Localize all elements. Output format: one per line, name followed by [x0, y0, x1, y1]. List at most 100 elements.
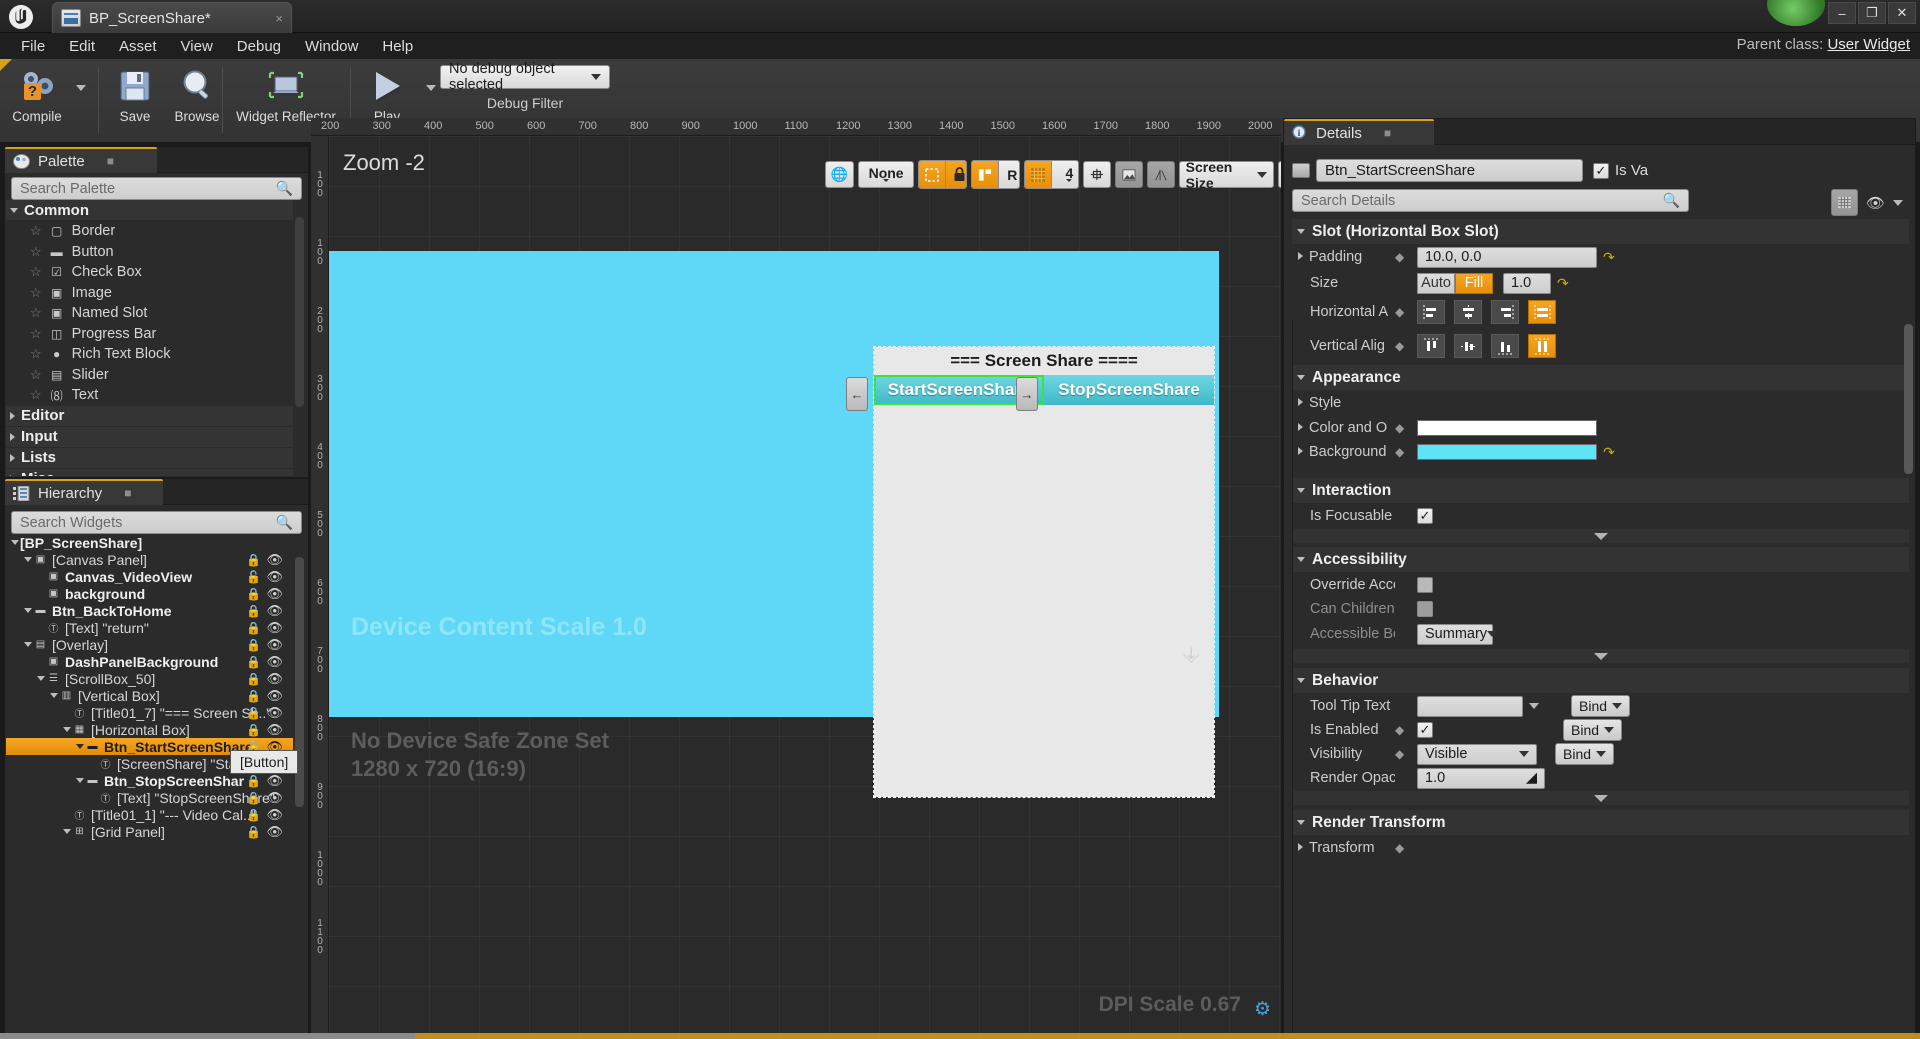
- bind-pin-icon[interactable]: ◆: [1395, 747, 1411, 761]
- accessible-behavior-select[interactable]: Summary: [1417, 623, 1498, 645]
- override-accessible-checkbox[interactable]: [1417, 577, 1433, 593]
- gear-icon[interactable]: ⚙: [1254, 998, 1271, 1021]
- hierarchy-row-overlay[interactable]: ▤ [Overlay] 🔒 👁: [6, 636, 293, 653]
- details-column-splitter[interactable]: [1292, 319, 1293, 1034]
- palette-category-editor[interactable]: Editor: [6, 405, 293, 427]
- snap-to-grid-select[interactable]: None: [858, 161, 915, 188]
- hierarchy-row-canvas-panel[interactable]: ▣ [Canvas Panel] 🔒 👁: [6, 551, 293, 568]
- tooltip-text-input[interactable]: [1417, 695, 1523, 717]
- favorite-star-icon[interactable]: ☆: [30, 285, 42, 301]
- palette-category-input[interactable]: Input: [6, 426, 293, 448]
- menu-view[interactable]: View: [170, 35, 224, 58]
- eye-icon[interactable]: 👁: [266, 671, 283, 687]
- chevron-down-icon[interactable]: [75, 744, 85, 749]
- palette-item-text[interactable]: ☆ ⑻ Text: [6, 385, 293, 406]
- bind-tooltip-button[interactable]: Bind: [1571, 695, 1631, 717]
- search-details-input[interactable]: Search Details 🔍: [1292, 189, 1689, 212]
- chevron-down-icon[interactable]: [23, 642, 33, 647]
- eye-icon[interactable]: 👁: [266, 586, 283, 602]
- padding-input[interactable]: 10.0, 0.0: [1417, 246, 1597, 268]
- column-view-icon[interactable]: [1830, 189, 1858, 216]
- hierarchy-row-title01-7-screen-sh[interactable]: Ⓣ [Title01_7] "=== Screen Sh.." 🔒 👁: [6, 704, 293, 721]
- palette-item-rich-text-block[interactable]: ☆ ● Rich Text Block: [6, 344, 293, 365]
- chevron-down-icon[interactable]: [23, 608, 33, 613]
- palette-item-image[interactable]: ☆ ▣ Image: [6, 283, 293, 304]
- lock-icon[interactable]: 🔒: [246, 672, 261, 686]
- hierarchy-row-bp-screenshare[interactable]: [BP_ScreenShare]: [6, 534, 293, 551]
- menu-file[interactable]: File: [10, 35, 56, 58]
- chevron-right-icon[interactable]: [1298, 252, 1303, 260]
- section-interaction[interactable]: Interaction: [1292, 478, 1909, 503]
- chevron-down-icon[interactable]: [36, 676, 46, 681]
- chevron-right-icon[interactable]: [1298, 398, 1303, 406]
- lock-icon[interactable]: 🔒: [246, 706, 261, 720]
- hierarchy-row-background[interactable]: ▣ background 🔒 👁: [6, 585, 293, 602]
- rotation-toggle[interactable]: R: [998, 161, 1020, 188]
- image-icon[interactable]: [1114, 161, 1143, 188]
- bind-pin-icon[interactable]: ◆: [1395, 445, 1411, 459]
- eye-icon[interactable]: 👁: [266, 773, 283, 789]
- size-auto-button[interactable]: Auto: [1417, 272, 1455, 294]
- hierarchy-tree[interactable]: [BP_ScreenShare] ▣ [Canvas Panel] 🔒 👁 ▣ Canvas…: [6, 534, 293, 1033]
- valign-bottom-button[interactable]: [1491, 334, 1519, 358]
- bind-pin-icon[interactable]: ◆: [1395, 841, 1411, 855]
- lock-icon[interactable]: 🔒: [246, 791, 261, 805]
- designer-viewport[interactable]: 200 300 400 500 600 700 800 900 1000 1100 1200 1300…: [311, 118, 1281, 1039]
- widget-canvas[interactable]: Zoom -2 🌐 None R 4 Screen Size Device Co…: [329, 136, 1281, 1039]
- hierarchy-row-vertical-box[interactable]: ▥ [Vertical Box] 🔒 👁: [6, 687, 293, 704]
- chevron-down-icon[interactable]: [10, 540, 20, 545]
- btn-stop-screen-share[interactable]: StopScreenShare: [1044, 375, 1214, 405]
- lock-icon[interactable]: 🔒: [246, 825, 261, 839]
- anchor-icon[interactable]: [971, 161, 999, 188]
- palette-tab[interactable]: Palette ■: [5, 147, 157, 173]
- favorite-star-icon[interactable]: ☆: [30, 387, 42, 403]
- is-variable-checkbox[interactable]: ✓: [1593, 162, 1609, 179]
- lock-icon[interactable]: 🔒: [246, 689, 261, 703]
- lock-icon[interactable]: [946, 161, 966, 188]
- chevron-down-icon[interactable]: [1893, 199, 1903, 206]
- widget-name-input[interactable]: Btn_StartScreenShare: [1316, 159, 1583, 182]
- valign-top-button[interactable]: [1417, 334, 1445, 358]
- hierarchy-row-scrollbox-50[interactable]: ☰ [ScrollBox_50] 🔒 👁: [6, 670, 293, 687]
- eye-icon[interactable]: 👁: [266, 807, 283, 823]
- reset-icon[interactable]: ↷: [1603, 249, 1615, 266]
- eye-icon[interactable]: 👁: [266, 722, 283, 738]
- palette-item-check-box[interactable]: ☆ ☑ Check Box: [6, 262, 293, 283]
- bind-visibility-button[interactable]: Bind: [1555, 743, 1615, 765]
- palette-item-named-slot[interactable]: ☆ ▣ Named Slot: [6, 303, 293, 324]
- is-focusable-checkbox[interactable]: ✓: [1417, 508, 1433, 524]
- chevron-down-icon[interactable]: [62, 829, 72, 834]
- chevron-down-icon[interactable]: [1529, 703, 1539, 709]
- render-opacity-input[interactable]: 1.0 ◢: [1417, 767, 1545, 789]
- eye-icon[interactable]: 👁: [266, 824, 283, 840]
- close-window-button[interactable]: ✕: [1888, 2, 1916, 24]
- save-button[interactable]: Save: [104, 59, 166, 137]
- hierarchy-row-dashpanelbackground[interactable]: ▣ DashPanelBackground 🔒 👁: [6, 653, 293, 670]
- nav-left-handle[interactable]: ←: [846, 377, 868, 411]
- browse-button[interactable]: Browse: [166, 59, 228, 137]
- palette-item-progress-bar[interactable]: ☆ ◫ Progress Bar: [6, 324, 293, 345]
- lock-icon[interactable]: 🔒: [246, 604, 261, 618]
- is-variable-toggle[interactable]: ✓ Is Va: [1593, 162, 1648, 179]
- menu-window[interactable]: Window: [294, 35, 369, 58]
- close-icon[interactable]: ■: [1384, 126, 1391, 140]
- bind-is-enabled-button[interactable]: Bind: [1563, 719, 1623, 741]
- palette-category-lists[interactable]: Lists: [6, 447, 293, 469]
- section-render-transform[interactable]: Render Transform: [1292, 810, 1909, 835]
- chevron-right-icon[interactable]: [1298, 423, 1303, 431]
- size-value-input[interactable]: 1.0: [1503, 272, 1551, 294]
- eye-icon[interactable]: 👁: [266, 705, 283, 721]
- visibility-select[interactable]: Visible: [1417, 743, 1537, 765]
- bind-pin-icon[interactable]: ◆: [1395, 339, 1411, 353]
- favorite-star-icon[interactable]: ☆: [30, 305, 42, 321]
- hierarchy-row-btn-stopscreenshar[interactable]: ▬ Btn_StopScreenShar 🔒 👁: [6, 772, 293, 789]
- palette-item-button[interactable]: ☆ ▬ Button: [6, 242, 293, 263]
- reset-icon[interactable]: ↷: [1557, 275, 1569, 292]
- bind-pin-icon[interactable]: ◆: [1395, 250, 1411, 264]
- hierarchy-row-canvas-videoview[interactable]: ▣ Canvas_VideoView 🔓 👁: [6, 568, 293, 585]
- fill-screen-select[interactable]: Fill Screen: [1277, 161, 1281, 188]
- is-enabled-checkbox[interactable]: ✓: [1417, 722, 1433, 738]
- favorite-star-icon[interactable]: ☆: [30, 223, 42, 239]
- unlock-icon[interactable]: 🔓: [246, 570, 261, 584]
- chevron-down-icon[interactable]: [62, 727, 72, 732]
